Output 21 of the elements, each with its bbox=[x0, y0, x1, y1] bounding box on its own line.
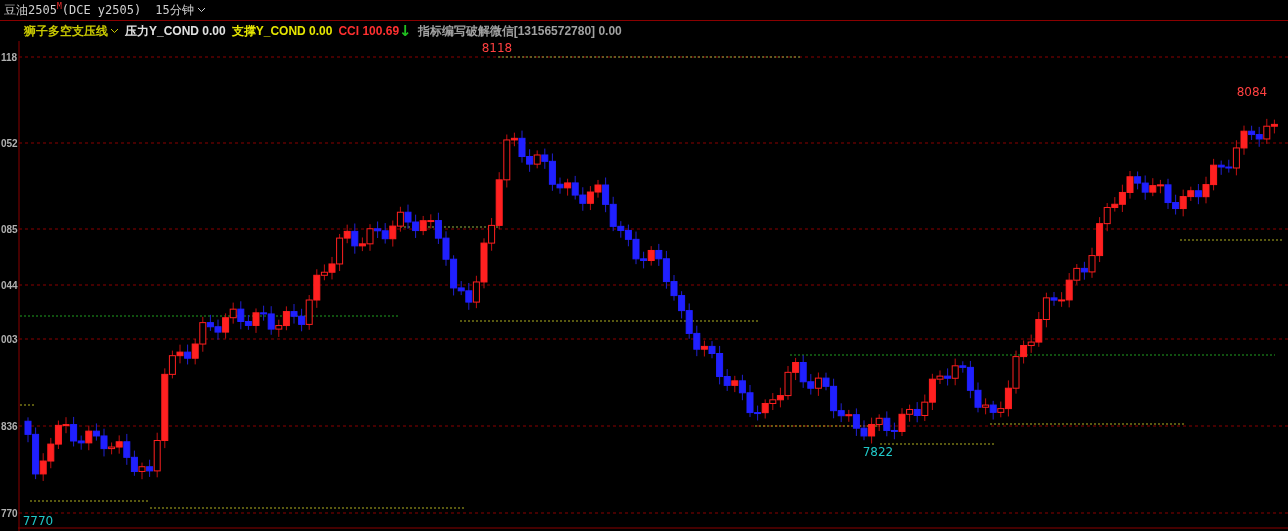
price-axis-label: 052 bbox=[1, 138, 18, 149]
period-dropdown[interactable]: 15分钟 bbox=[155, 1, 206, 19]
price-axis-label: 770 bbox=[1, 508, 18, 519]
price-extreme-label: 7770 bbox=[22, 514, 54, 528]
indicator-value: CCI 100.69 bbox=[338, 24, 400, 38]
indicator-value: 压力Y_COND 0.00 bbox=[125, 22, 226, 40]
chevron-icon bbox=[196, 7, 206, 13]
price-extreme-label: 8118 bbox=[481, 41, 513, 55]
symbol-title: 豆油2505$^{M}$(DCE y2505) bbox=[4, 1, 142, 19]
price-axis-label: 003 bbox=[1, 334, 18, 345]
indicator-value: 支撑Y_COND 0.00 bbox=[231, 22, 333, 40]
price-axis-label: 836 bbox=[1, 421, 18, 432]
price-axis-label: 044 bbox=[1, 280, 18, 291]
chevron-icon bbox=[110, 28, 119, 34]
indicator-value[interactable]: 狮子多空支压线 bbox=[24, 22, 119, 40]
indicator-value: ↓ bbox=[399, 22, 412, 40]
indicator-value: 指标编写破解微信[13156572780] 0.00 bbox=[417, 22, 622, 40]
price-extreme-label: 8084 bbox=[1236, 85, 1268, 99]
price-axis-label: 118 bbox=[1, 52, 18, 63]
price-extreme-label: 7822 bbox=[862, 445, 894, 459]
price-axis-label: 085 bbox=[1, 224, 18, 235]
